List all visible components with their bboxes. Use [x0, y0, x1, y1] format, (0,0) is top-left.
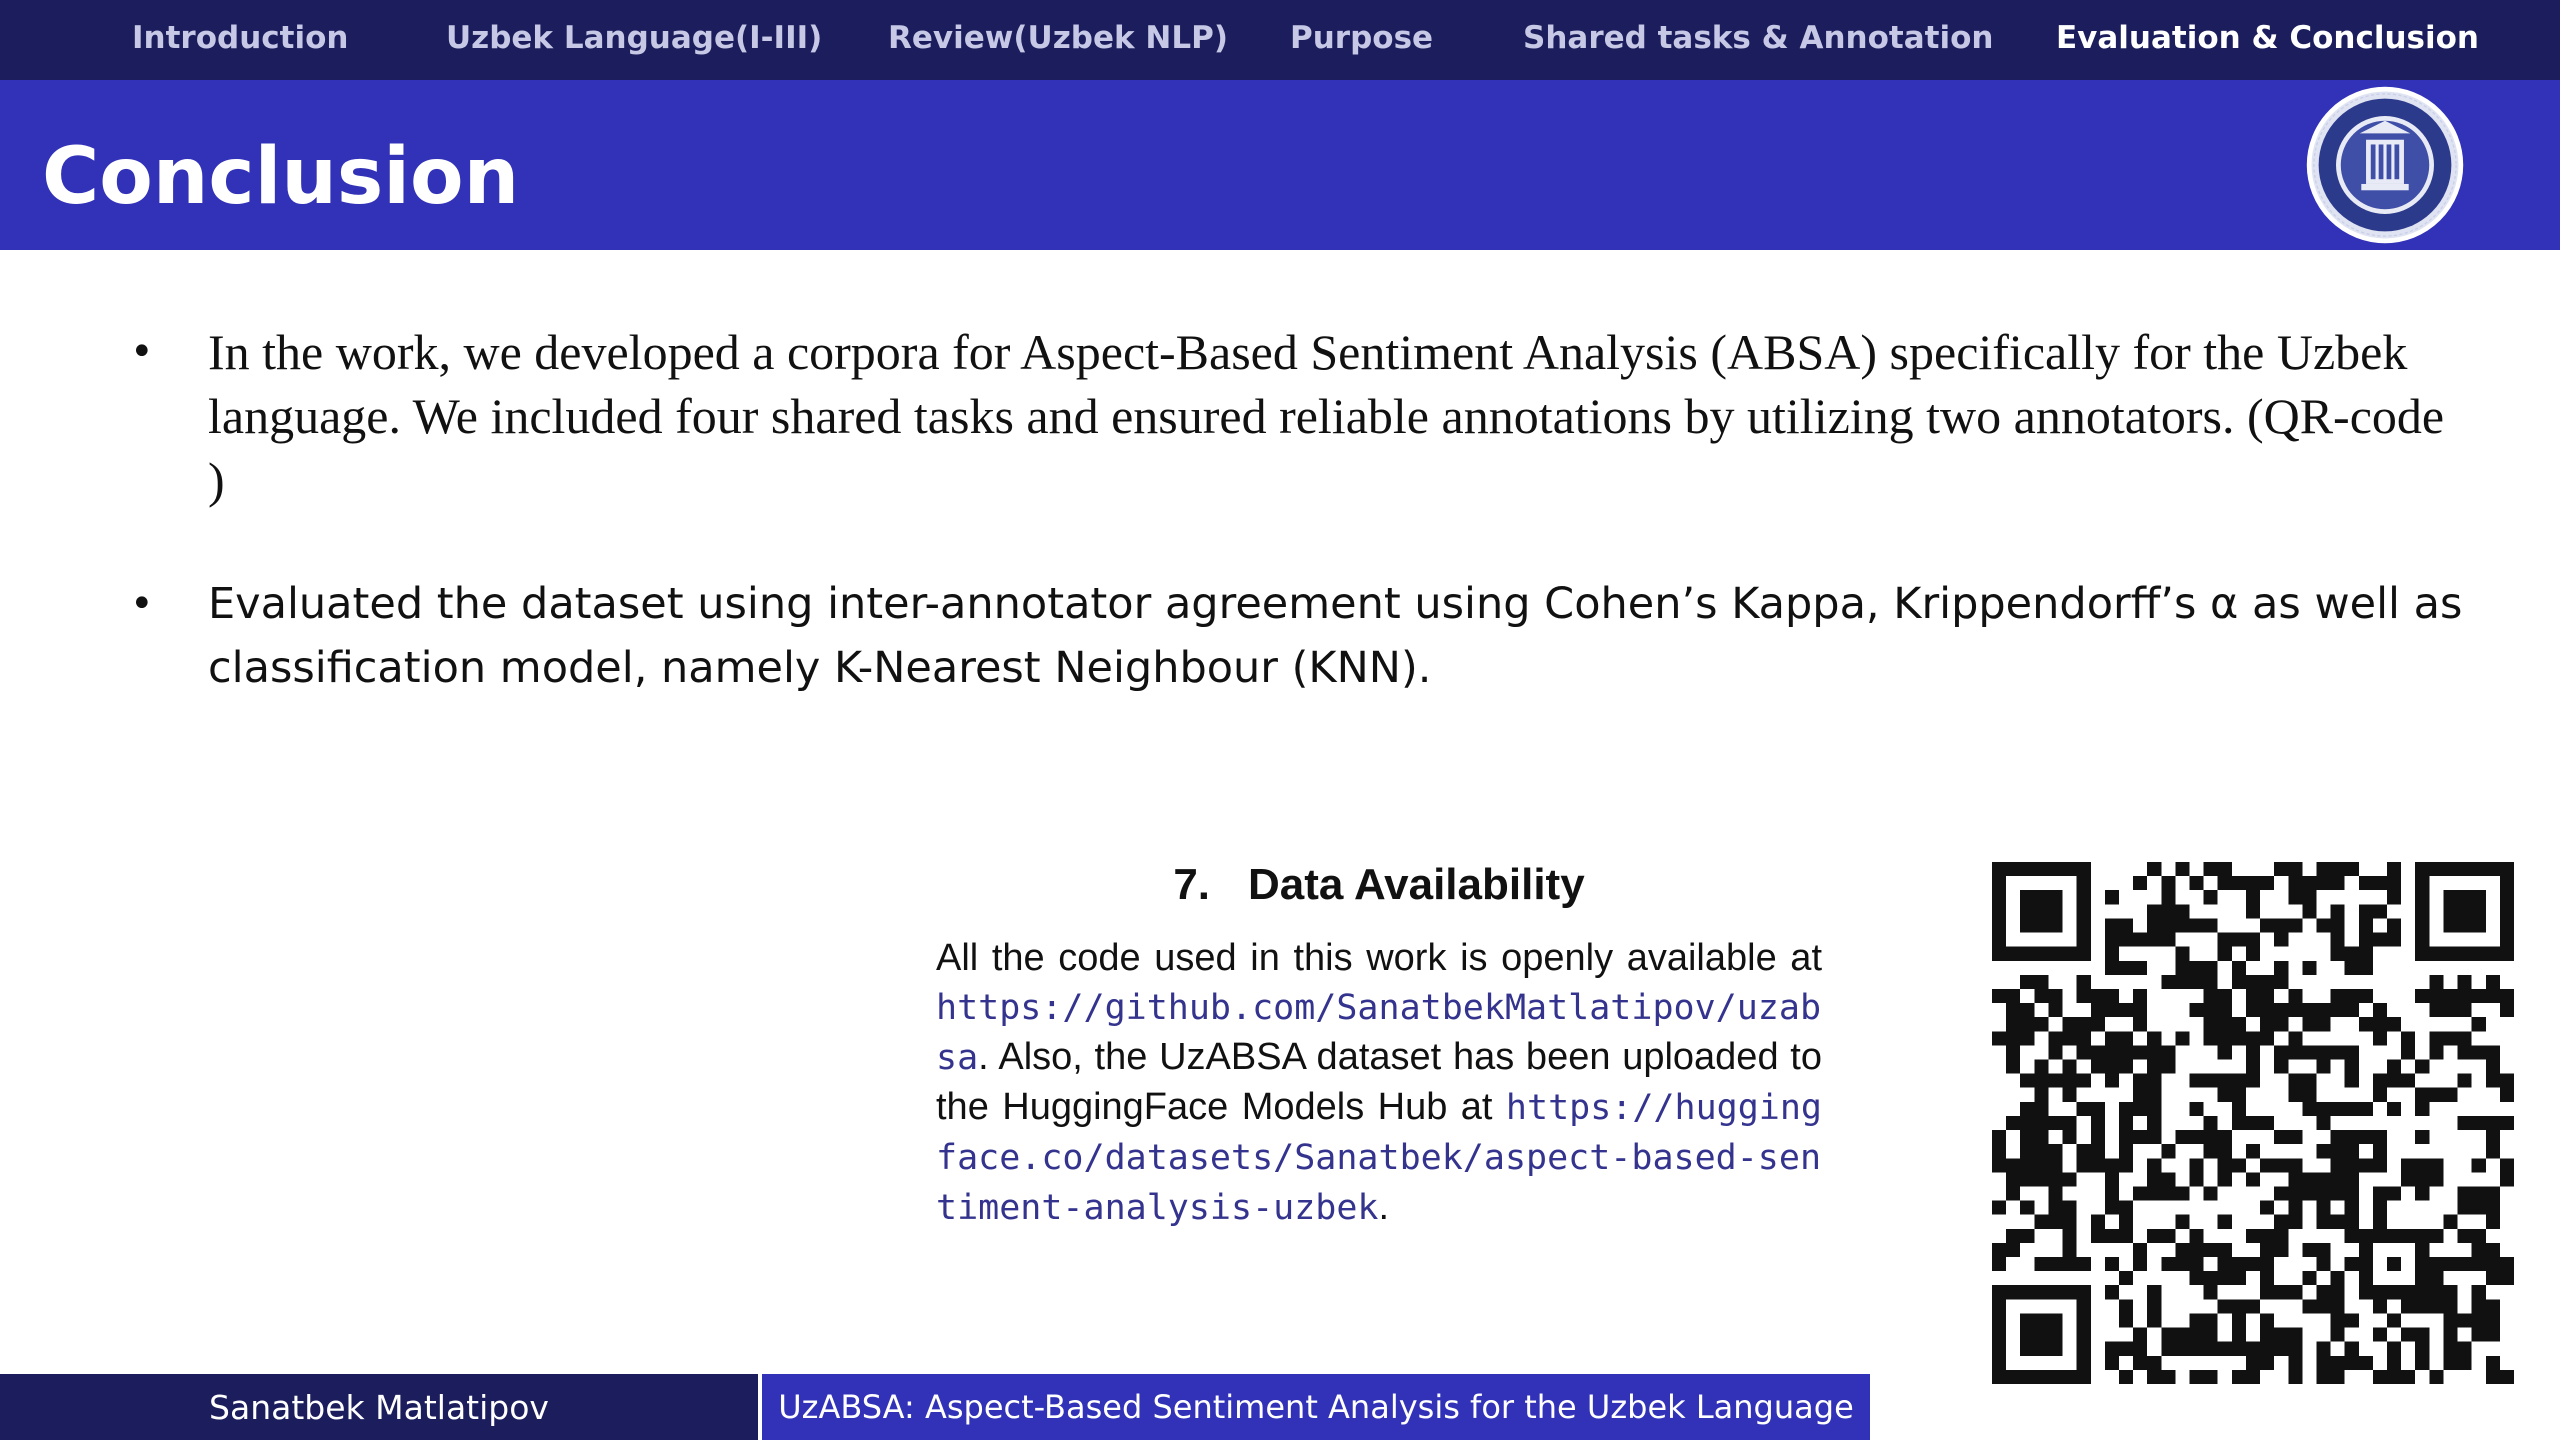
nav-tab-shared-tasks[interactable]: Shared tasks & Annotation	[1523, 20, 1993, 56]
footer-paper-title: UzABSA: Aspect-Based Sentiment Analysis …	[762, 1374, 1870, 1440]
section-number: 7.	[1173, 860, 1211, 909]
section-title: Data Availability	[1248, 860, 1585, 909]
bullet-text: In the work, we developed a corpora for …	[208, 324, 2445, 508]
bullet-item: • In the work, we developed a corpora fo…	[130, 320, 2470, 512]
data-availability-text: All the code used in this work is openly…	[936, 934, 1822, 1233]
bullet-text: Evaluated the dataset using inter-annota…	[208, 579, 2463, 693]
university-seal-logo	[2306, 86, 2464, 244]
nav-tab-introduction[interactable]: Introduction	[132, 20, 348, 56]
bullet-item: • Evaluated the dataset using inter-anno…	[130, 572, 2470, 700]
nav-tab-review[interactable]: Review(Uzbek NLP)	[888, 20, 1228, 56]
bullet-dot: •	[130, 329, 154, 375]
top-navigation: Introduction Uzbek Language(I-III) Revie…	[0, 0, 2560, 80]
bullet-dot: •	[130, 581, 154, 627]
footer-author: Sanatbek Matlatipov	[0, 1374, 758, 1440]
qr-code	[1992, 862, 2514, 1384]
nav-tab-uzbek-language[interactable]: Uzbek Language(I-III)	[446, 20, 822, 56]
text-segment: All the code used in this work is openly…	[936, 937, 1822, 979]
data-availability-heading: 7. Data Availability	[936, 860, 1822, 910]
text-segment: .	[1378, 1186, 1390, 1228]
conclusion-bullets: • In the work, we developed a corpora fo…	[130, 320, 2470, 700]
nav-tab-evaluation-conclusion[interactable]: Evaluation & Conclusion	[2056, 20, 2479, 56]
data-availability-excerpt: 7. Data Availability All the code used in…	[936, 860, 1822, 1233]
slide-title: Conclusion	[42, 132, 520, 222]
nav-tab-purpose[interactable]: Purpose	[1290, 20, 1433, 56]
title-bar: Conclusion	[0, 80, 2560, 250]
